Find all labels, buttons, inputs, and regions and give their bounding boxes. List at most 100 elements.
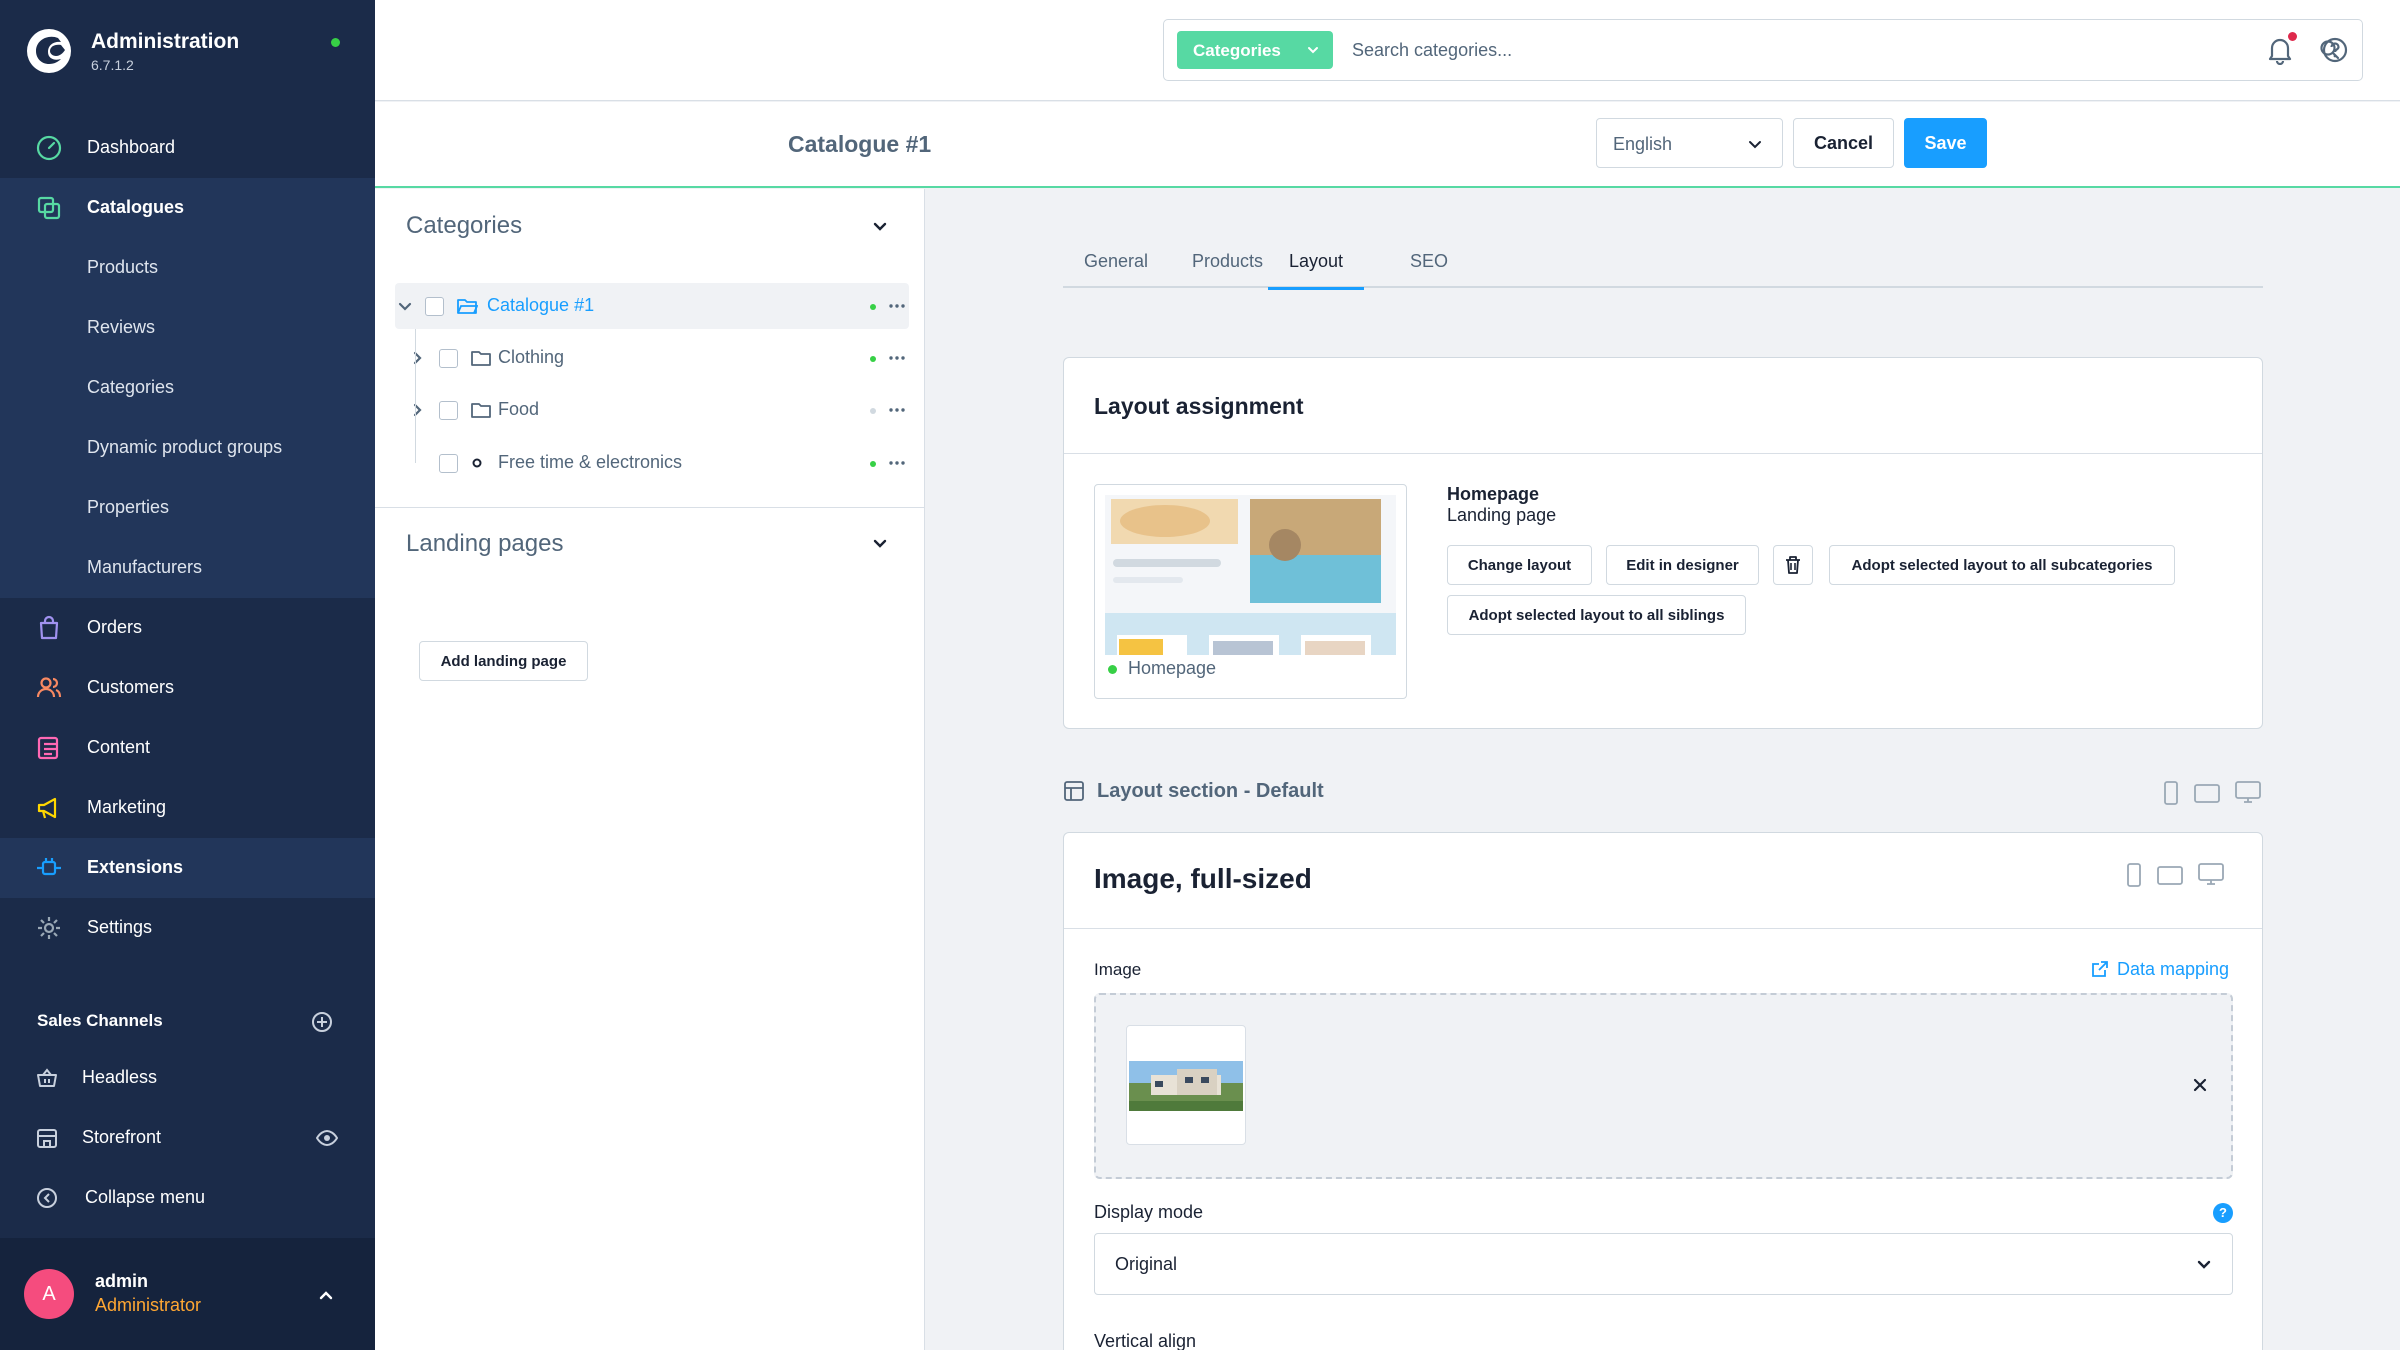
- more-icon[interactable]: [888, 454, 906, 472]
- nav-catalogues[interactable]: Catalogues: [0, 178, 375, 238]
- tab-general[interactable]: General: [1084, 251, 1148, 288]
- nav-extensions[interactable]: Extensions: [0, 838, 375, 898]
- shopware-logo[interactable]: [24, 26, 74, 76]
- tablet-icon[interactable]: [2156, 861, 2184, 889]
- sales-channel-storefront[interactable]: Storefront: [0, 1108, 375, 1168]
- sales-channels-title: Sales Channels: [37, 1011, 163, 1030]
- data-mapping-label: Data mapping: [2117, 959, 2230, 979]
- smart-bar: Catalogue #1 English Cancel Save: [375, 102, 2400, 188]
- nav-dynamic-groups[interactable]: Dynamic product groups: [0, 418, 375, 478]
- app-version: 6.7.1.2: [91, 57, 134, 73]
- divider: [1064, 928, 2262, 929]
- nav-label: Headless: [82, 1067, 158, 1087]
- desktop-icon[interactable]: [2197, 860, 2225, 888]
- user-role: Administrator: [95, 1295, 202, 1315]
- display-mode-label: Display mode: [1094, 1202, 1204, 1222]
- section-title: Layout section - Default: [1097, 780, 1324, 802]
- adopt-siblings-button[interactable]: Adopt selected layout to all siblings: [1447, 595, 1746, 635]
- more-icon[interactable]: [888, 401, 906, 419]
- nav-customers[interactable]: Customers: [0, 658, 375, 718]
- mobile-icon[interactable]: [2120, 861, 2148, 889]
- chevron-down-icon[interactable]: [871, 534, 889, 552]
- tree-item-food[interactable]: Food: [395, 387, 909, 433]
- change-layout-button[interactable]: Change layout: [1447, 545, 1592, 585]
- global-search[interactable]: Categories: [1163, 19, 2363, 81]
- nav-label: Dynamic product groups: [87, 437, 283, 457]
- nav-label: Properties: [87, 497, 170, 517]
- nav-properties[interactable]: Properties: [0, 478, 375, 538]
- desktop-icon[interactable]: [2234, 778, 2262, 806]
- nav-reviews[interactable]: Reviews: [0, 298, 375, 358]
- mobile-icon[interactable]: [2157, 779, 2185, 807]
- landing-pages-header[interactable]: Landing pages: [375, 508, 925, 582]
- save-button[interactable]: Save: [1904, 118, 1987, 168]
- tree-checkbox[interactable]: [439, 349, 458, 368]
- nav-products[interactable]: Products: [0, 238, 375, 298]
- copy-icon: [37, 196, 61, 220]
- inactive-indicator: [870, 408, 876, 414]
- tree-checkbox[interactable]: [439, 401, 458, 420]
- display-mode-select[interactable]: Original: [1094, 1233, 2233, 1295]
- tab-products[interactable]: Products: [1192, 251, 1263, 288]
- nav-settings[interactable]: Settings: [0, 898, 375, 958]
- tree-guide-line: [415, 329, 416, 463]
- edit-in-designer-button[interactable]: Edit in designer: [1606, 545, 1759, 585]
- layout-name: Homepage: [1447, 484, 1540, 504]
- categories-title: Categories: [406, 212, 523, 239]
- layout-section-header: Layout section - Default: [1063, 776, 2263, 812]
- nav-label: Storefront: [82, 1127, 162, 1147]
- megaphone-icon: [37, 797, 57, 819]
- category-tree-panel: Categories Catalogue #1 Clothing Food Fr…: [375, 189, 925, 1350]
- close-icon[interactable]: [2190, 1075, 2210, 1095]
- more-icon[interactable]: [888, 297, 906, 315]
- add-landing-page-button[interactable]: Add landing page: [419, 641, 588, 681]
- tablet-icon[interactable]: [2193, 779, 2221, 807]
- chevron-right-icon[interactable]: [409, 402, 425, 418]
- more-icon[interactable]: [888, 349, 906, 367]
- categories-header[interactable]: Categories: [375, 189, 925, 261]
- tab-layout[interactable]: Layout: [1268, 251, 1365, 290]
- nav-dashboard[interactable]: Dashboard: [0, 118, 375, 178]
- nav-orders[interactable]: Orders: [0, 598, 375, 658]
- search-input[interactable]: [1352, 30, 2252, 70]
- nav-label: Settings: [87, 917, 153, 937]
- add-sales-channel-icon[interactable]: [310, 1010, 334, 1034]
- eye-icon[interactable]: [316, 1130, 338, 1146]
- nav-content[interactable]: Content: [0, 718, 375, 778]
- tree-checkbox[interactable]: [439, 454, 458, 473]
- tree-item-catalogue[interactable]: Catalogue #1: [395, 283, 909, 329]
- layout-assignment-card: Layout assignment Homepage Homepage Land…: [1063, 357, 2263, 729]
- chevron-right-icon[interactable]: [409, 350, 425, 366]
- cancel-button[interactable]: Cancel: [1793, 118, 1894, 168]
- avatar[interactable]: A: [24, 1269, 74, 1319]
- layout-preview[interactable]: Homepage: [1094, 484, 1407, 699]
- chevron-down-icon: [1749, 141, 1761, 149]
- nav-label: Customers: [87, 677, 175, 697]
- image-thumbnail[interactable]: [1126, 1025, 1246, 1145]
- nav-label: Marketing: [87, 797, 167, 817]
- nav-manufacturers[interactable]: Manufacturers: [0, 538, 375, 598]
- help-icon[interactable]: ?: [2213, 1203, 2233, 1223]
- help-icon[interactable]: [2321, 36, 2349, 64]
- chevron-down-icon[interactable]: [871, 217, 889, 235]
- chevron-down-icon[interactable]: [397, 298, 413, 314]
- language-select[interactable]: English: [1596, 118, 1783, 168]
- nav-categories[interactable]: Categories: [0, 358, 375, 418]
- adopt-subcategories-button[interactable]: Adopt selected layout to all subcategori…: [1829, 545, 2175, 585]
- image-dropzone[interactable]: [1094, 993, 2233, 1179]
- tree-item-free-time[interactable]: Free time & electronics: [395, 440, 909, 486]
- image-element-card: Image, full-sized Image Data mapping Dis…: [1063, 832, 2263, 1350]
- tab-seo[interactable]: SEO: [1410, 251, 1448, 288]
- active-indicator: [870, 356, 876, 362]
- sales-channel-headless[interactable]: Headless: [0, 1048, 375, 1108]
- nav-marketing[interactable]: Marketing: [0, 778, 375, 838]
- search-type-dropdown[interactable]: Categories: [1177, 31, 1333, 69]
- nav-label: Catalogues: [87, 197, 185, 217]
- collapse-menu[interactable]: Collapse menu: [0, 1168, 375, 1228]
- chevron-up-icon[interactable]: [316, 1285, 336, 1305]
- sidebar: Administration 6.7.1.2 Dashboard Catalog…: [0, 0, 375, 1350]
- delete-layout-button[interactable]: [1773, 545, 1813, 585]
- tree-checkbox[interactable]: [425, 297, 444, 316]
- status-indicator: [331, 38, 340, 47]
- tree-item-clothing[interactable]: Clothing: [395, 335, 909, 381]
